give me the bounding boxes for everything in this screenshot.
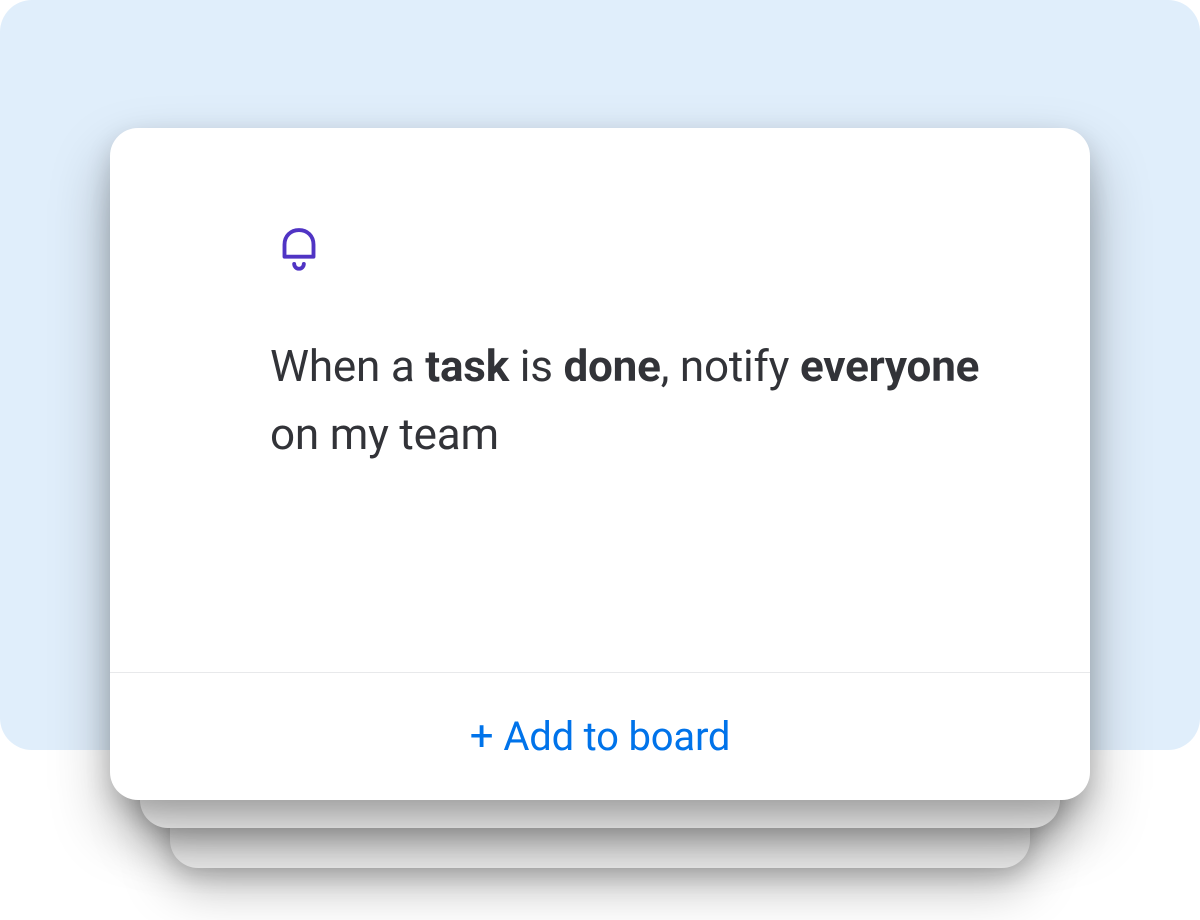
rule-keyword-everyone: everyone <box>800 340 979 392</box>
add-button-label: Add to board <box>503 713 730 760</box>
rule-segment: , notify <box>661 340 800 392</box>
rule-keyword-done: done <box>563 340 660 392</box>
rule-segment: When a <box>270 340 425 392</box>
rule-keyword-task: task <box>425 340 509 392</box>
plus-icon: + <box>470 716 494 758</box>
card-body: When a task is done, notify everyone on … <box>110 128 1090 672</box>
add-to-board-button[interactable]: + Add to board <box>470 713 731 760</box>
rule-segment: is <box>509 340 563 392</box>
rule-segment: on my team <box>270 408 499 460</box>
automation-card: When a task is done, notify everyone on … <box>110 128 1090 800</box>
automation-rule-text: When a task is done, notify everyone on … <box>270 332 990 468</box>
bell-icon <box>270 218 990 276</box>
card-footer: + Add to board <box>110 672 1090 800</box>
